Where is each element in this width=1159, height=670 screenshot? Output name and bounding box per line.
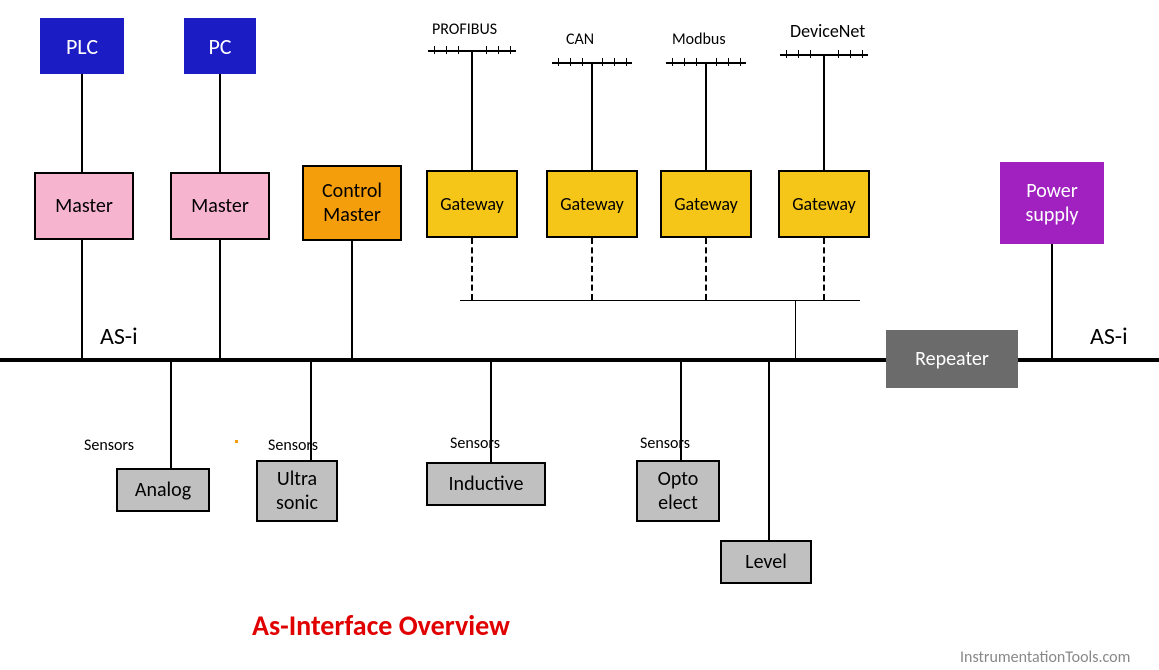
v-master1-bus [81, 240, 83, 360]
analog-box: Analog [116, 468, 210, 512]
modbus-tick4 [716, 58, 717, 66]
level-label: Level [745, 550, 787, 574]
pc-label: PC [208, 33, 231, 60]
devicenet-tick5 [850, 50, 851, 58]
repeater-box: Repeater [886, 330, 1018, 388]
inductive-label: Inductive [449, 472, 524, 496]
modbus-tick5 [728, 58, 729, 66]
profibus-tick5 [498, 46, 499, 54]
diagram-title: As-Interface Overview [252, 608, 510, 643]
inductive-box: Inductive [426, 462, 546, 506]
as-i-right: AS-i [1090, 322, 1128, 351]
modbus-tick6 [740, 58, 741, 66]
plc-label: PLC [66, 33, 98, 60]
modbus-tick3 [696, 58, 697, 66]
can-tick2 [570, 58, 571, 66]
gateway1-box: Gateway [426, 170, 518, 238]
modbus-tick2 [684, 58, 685, 66]
can-tick6 [626, 58, 627, 66]
profibus-tick3 [458, 46, 459, 54]
power-supply-label: Power supply [1026, 179, 1079, 227]
opto-box: Opto elect [636, 460, 720, 522]
gw-horizontal [460, 300, 860, 301]
v-gw-bus [795, 300, 796, 360]
v-master2-bus [219, 240, 221, 360]
devicenet-label: DeviceNet [790, 20, 865, 42]
gateway3-box: Gateway [660, 170, 752, 238]
devicenet-tick6 [862, 50, 863, 58]
v-pc-master [219, 74, 221, 172]
gateway1-label: Gateway [440, 193, 504, 215]
control-master-box: Control Master [302, 165, 402, 241]
can-label: CAN [566, 30, 594, 49]
profibus-tick1 [434, 46, 435, 54]
can-tick3 [582, 58, 583, 66]
v-plc-master [81, 74, 83, 172]
sensors-label-2: Sensors [268, 436, 318, 455]
v-control-bus [351, 241, 353, 360]
devicenet-tick2 [798, 50, 799, 58]
sensors-label-4: Sensors [640, 434, 690, 453]
level-box: Level [720, 540, 812, 584]
gateway4-box: Gateway [778, 170, 870, 238]
ultrasonic-box: Ultra sonic [256, 460, 338, 522]
source-label: InstrumentationTools.com [960, 648, 1130, 667]
v-gw1-d [471, 238, 473, 300]
v-gw3-d [705, 238, 707, 300]
pc-box: PC [184, 18, 256, 74]
profibus-v [471, 50, 473, 170]
v-gw4-d [823, 238, 825, 300]
modbus-v [705, 62, 707, 170]
as-i-left: AS-i [100, 322, 138, 351]
devicenet-tick1 [786, 50, 787, 58]
gateway3-label: Gateway [674, 193, 738, 215]
profibus-tick4 [486, 46, 487, 54]
can-tick1 [558, 58, 559, 66]
v-sensor-level [768, 360, 770, 540]
repeater-label: Repeater [915, 347, 989, 371]
profibus-label: PROFIBUS [432, 20, 497, 39]
profibus-tick6 [510, 46, 511, 54]
sensors-label-3: Sensors [450, 434, 500, 453]
modbus-tick1 [672, 58, 673, 66]
gateway4-label: Gateway [792, 193, 856, 215]
gateway2-box: Gateway [546, 170, 638, 238]
plc-box: PLC [40, 18, 124, 74]
master1-box: Master [34, 172, 134, 240]
modbus-label: Modbus [672, 30, 726, 49]
can-tick5 [614, 58, 615, 66]
analog-label: Analog [135, 478, 191, 502]
master2-box: Master [170, 172, 270, 240]
devicenet-tick3 [810, 50, 811, 58]
sensors-label-1: Sensors [84, 436, 134, 455]
power-supply-box: Power supply [1000, 162, 1104, 244]
devicenet-tick4 [838, 50, 839, 58]
gateway2-label: Gateway [560, 193, 624, 215]
master2-label: Master [191, 194, 249, 218]
v-gw2-d [591, 238, 593, 300]
can-v [591, 62, 593, 170]
v-power-bus [1051, 244, 1053, 360]
bus-right [1018, 358, 1159, 362]
dot [235, 440, 238, 443]
control-master-label: Control Master [322, 179, 382, 227]
bus-left [0, 358, 886, 362]
master1-label: Master [55, 194, 113, 218]
profibus-tick2 [446, 46, 447, 54]
devicenet-v [823, 54, 825, 170]
opto-label: Opto elect [658, 467, 699, 515]
ultrasonic-label: Ultra sonic [276, 467, 318, 515]
v-sensor-analog [170, 360, 172, 468]
can-tick4 [602, 58, 603, 66]
